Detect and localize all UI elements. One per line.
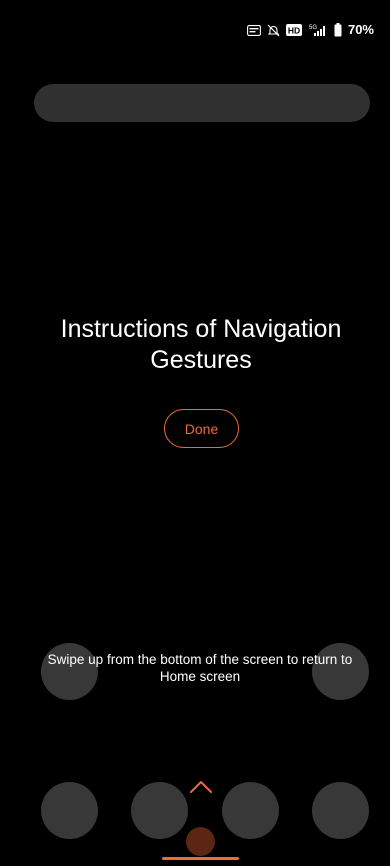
done-button[interactable]: Done	[164, 409, 239, 448]
svg-text:5G: 5G	[309, 25, 317, 31]
battery-percent: 70%	[347, 22, 374, 37]
home-indicator[interactable]	[162, 857, 239, 860]
page-title: Instructions of Navigation Gestures	[60, 315, 342, 374]
vowifi-icon	[247, 24, 261, 36]
app-icon-placeholder	[222, 782, 279, 839]
signal-5g-icon: 5G	[308, 23, 328, 37]
svg-text:HD: HD	[288, 26, 300, 36]
search-bar[interactable]	[34, 84, 370, 122]
app-icon-placeholder	[41, 782, 98, 839]
hd-icon: HD	[285, 24, 302, 36]
gesture-instruction: Swipe up from the bottom of the screen t…	[47, 652, 353, 684]
app-icon-placeholder	[131, 782, 188, 839]
mute-icon	[267, 24, 280, 37]
status-bar: HD 5G 70%	[247, 22, 374, 38]
app-icon-placeholder	[312, 782, 369, 839]
battery-icon	[334, 23, 342, 37]
gesture-tutorial-screen: HD 5G 70% Instructions of Navigation Ges…	[0, 0, 390, 866]
touch-indicator	[186, 827, 215, 856]
chevron-up-icon	[190, 781, 212, 793]
